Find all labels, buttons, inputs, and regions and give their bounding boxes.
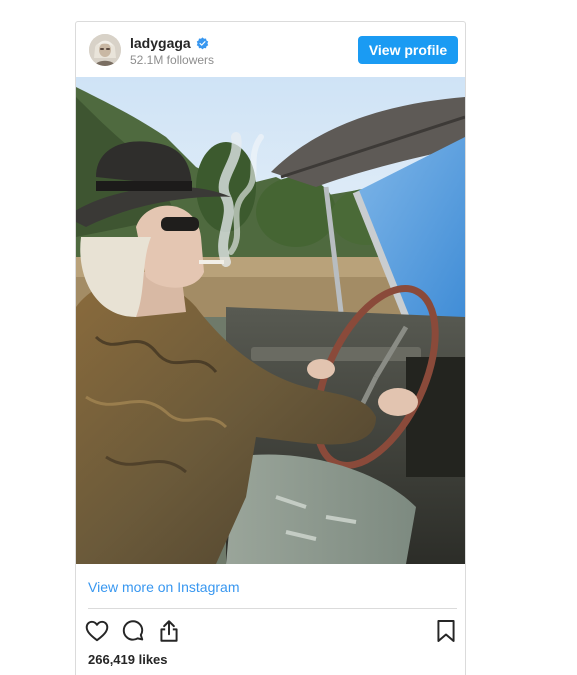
profile-avatar[interactable] <box>89 34 121 66</box>
username[interactable]: ladygaga <box>130 35 191 51</box>
view-profile-button[interactable]: View profile <box>358 36 458 64</box>
instagram-embed-card: ladygaga 52.1M followers View profile Vi… <box>75 21 466 675</box>
verified-badge-icon <box>196 36 209 50</box>
view-more-on-instagram-link[interactable]: View more on Instagram <box>88 579 239 595</box>
username-row: ladygaga <box>130 35 209 51</box>
post-photo[interactable] <box>76 77 465 564</box>
heart-icon[interactable] <box>84 618 110 644</box>
follower-count: 52.1M followers <box>130 53 215 67</box>
share-icon[interactable] <box>156 618 182 644</box>
action-bar <box>84 616 459 646</box>
post-photo-image <box>76 77 465 564</box>
post-header: ladygaga 52.1M followers View profile <box>76 22 465 76</box>
avatar-image <box>89 34 121 66</box>
like-count: 266,419 likes <box>88 652 168 667</box>
footer-divider <box>88 608 457 609</box>
bookmark-icon[interactable] <box>433 618 459 644</box>
comment-icon[interactable] <box>120 618 146 644</box>
